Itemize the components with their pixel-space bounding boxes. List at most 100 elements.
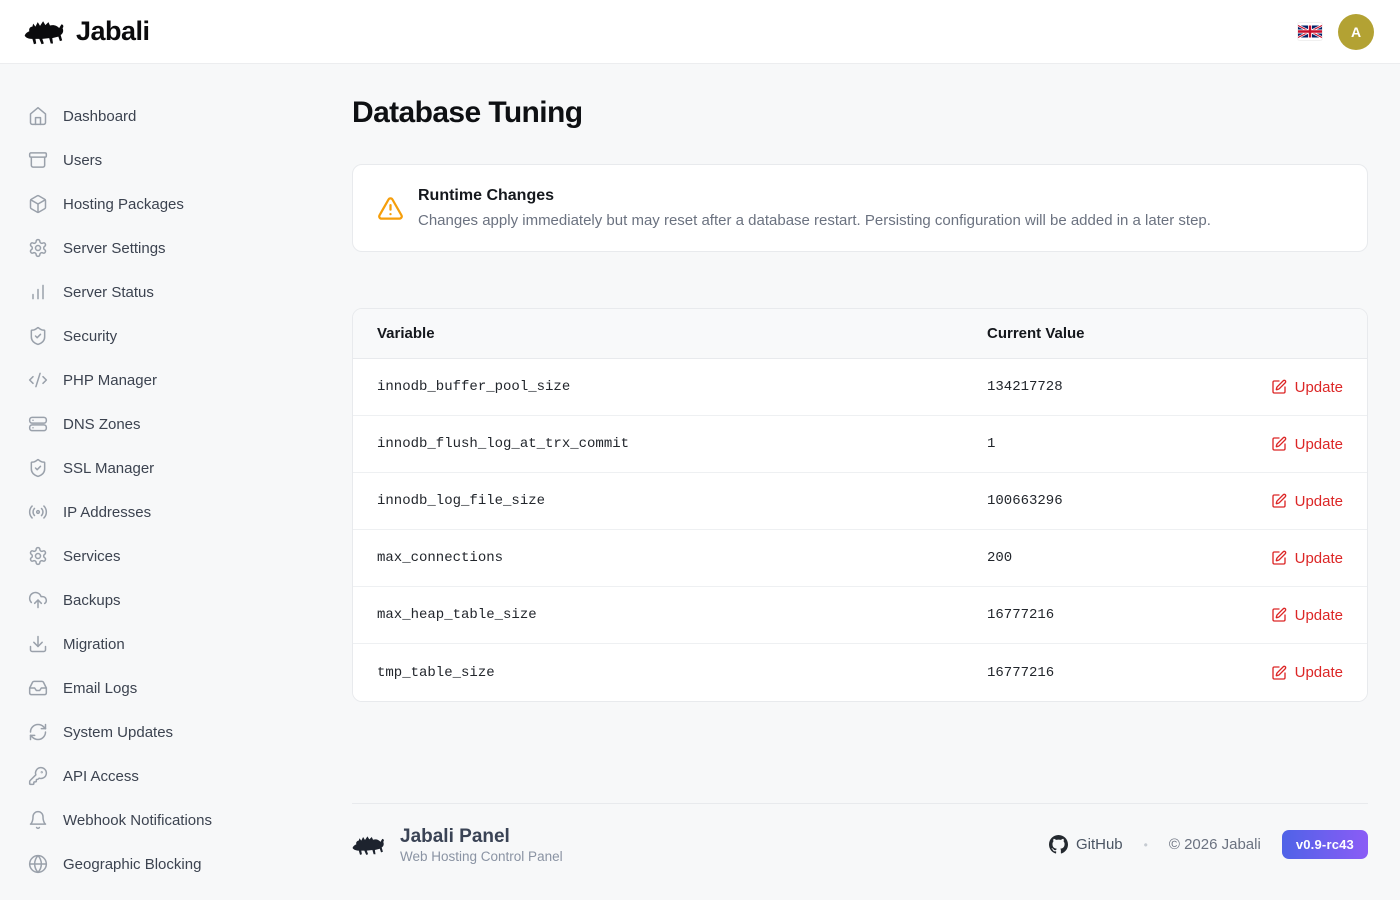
refresh-icon: [28, 722, 48, 742]
variable-value: 1: [987, 436, 1271, 452]
bell-icon: [28, 810, 48, 830]
github-icon: [1049, 835, 1068, 854]
sidebar-item-ssl-manager[interactable]: SSL Manager: [0, 446, 320, 490]
dot-separator: •: [1144, 838, 1148, 852]
update-button[interactable]: Update: [1271, 664, 1343, 681]
bar-chart-icon: [28, 282, 48, 302]
boar-logo-icon: [352, 832, 386, 858]
sidebar-item-label: SSL Manager: [63, 460, 154, 477]
sidebar-item-label: Email Logs: [63, 680, 137, 697]
brand-link[interactable]: Jabali: [24, 16, 150, 48]
user-avatar[interactable]: A: [1338, 14, 1374, 50]
edit-pencil-icon: [1271, 436, 1287, 452]
broadcast-icon: [28, 502, 48, 522]
boar-logo-icon: [24, 16, 66, 48]
version-badge: v0.9-rc43: [1282, 830, 1368, 859]
notice-text: Runtime Changes Changes apply immediatel…: [418, 187, 1211, 229]
globe-icon: [28, 854, 48, 874]
sidebar-item-dns-zones[interactable]: DNS Zones: [0, 402, 320, 446]
key-icon: [28, 766, 48, 786]
sidebar-item-label: Server Settings: [63, 240, 166, 257]
sidebar-item-label: Backups: [63, 592, 121, 609]
sidebar-item-api-access[interactable]: API Access: [0, 754, 320, 798]
edit-pencil-icon: [1271, 550, 1287, 566]
sidebar-item-server-settings[interactable]: Server Settings: [0, 226, 320, 270]
sidebar-item-label: Users: [63, 152, 102, 169]
edit-pencil-icon: [1271, 665, 1287, 681]
sidebar-item-users[interactable]: Users: [0, 138, 320, 182]
sidebar-item-php-manager[interactable]: PHP Manager: [0, 358, 320, 402]
sidebar-item-services[interactable]: Services: [0, 534, 320, 578]
shield-check-icon: [28, 326, 48, 346]
update-button[interactable]: Update: [1271, 436, 1343, 453]
sidebar-item-label: IP Addresses: [63, 504, 151, 521]
variable-value: 134217728: [987, 379, 1271, 395]
table-row: innodb_log_file_size 100663296 Update: [353, 473, 1367, 530]
update-label: Update: [1295, 436, 1343, 453]
sidebar-item-hosting-packages[interactable]: Hosting Packages: [0, 182, 320, 226]
sidebar-item-label: Dashboard: [63, 108, 136, 125]
variable-name: tmp_table_size: [377, 665, 987, 681]
shield-check-icon: [28, 458, 48, 478]
footer-links: GitHub • © 2026 Jabali v0.9-rc43: [1049, 830, 1368, 859]
sidebar-item-label: Server Status: [63, 284, 154, 301]
code-icon: [28, 370, 48, 390]
copyright-text: © 2026 Jabali: [1169, 836, 1261, 853]
update-label: Update: [1295, 379, 1343, 396]
sidebar-item-system-updates[interactable]: System Updates: [0, 710, 320, 754]
sidebar-item-server-status[interactable]: Server Status: [0, 270, 320, 314]
update-button[interactable]: Update: [1271, 493, 1343, 510]
gear-icon: [28, 238, 48, 258]
brand-name: Jabali: [76, 16, 150, 47]
table-row: max_connections 200 Update: [353, 530, 1367, 587]
sidebar-item-ip-addresses[interactable]: IP Addresses: [0, 490, 320, 534]
sidebar-item-label: DNS Zones: [63, 416, 141, 433]
sidebar-item-geographic-blocking[interactable]: Geographic Blocking: [0, 842, 320, 886]
column-header-current-value: Current Value: [987, 325, 1343, 342]
update-button[interactable]: Update: [1271, 607, 1343, 624]
header-actions: A: [1298, 14, 1374, 50]
sidebar-nav: Dashboard Users Hosting Packages Server …: [0, 64, 320, 900]
variable-name: max_heap_table_size: [377, 607, 987, 623]
footer-brand-name: Jabali Panel: [400, 825, 563, 849]
footer-brand-block: Jabali Panel Web Hosting Control Panel: [352, 825, 563, 864]
runtime-changes-notice: Runtime Changes Changes apply immediatel…: [352, 164, 1368, 252]
sidebar-item-webhook-notifications[interactable]: Webhook Notifications: [0, 798, 320, 842]
sidebar-item-security[interactable]: Security: [0, 314, 320, 358]
update-button[interactable]: Update: [1271, 550, 1343, 567]
sidebar-item-migration[interactable]: Migration: [0, 622, 320, 666]
update-label: Update: [1295, 607, 1343, 624]
sidebar-item-label: Security: [63, 328, 117, 345]
sidebar-item-backups[interactable]: Backups: [0, 578, 320, 622]
github-link[interactable]: GitHub: [1049, 835, 1123, 854]
cloud-upload-icon: [28, 590, 48, 610]
sidebar-item-label: Hosting Packages: [63, 196, 184, 213]
warning-triangle-icon: [377, 195, 404, 222]
uk-flag-icon: [1298, 23, 1322, 40]
variable-value: 100663296: [987, 493, 1271, 509]
footer-tagline: Web Hosting Control Panel: [400, 849, 563, 864]
sidebar-item-label: Migration: [63, 636, 125, 653]
update-label: Update: [1295, 550, 1343, 567]
table-header-row: Variable Current Value: [353, 309, 1367, 359]
variable-name: innodb_flush_log_at_trx_commit: [377, 436, 987, 452]
gear-icon: [28, 546, 48, 566]
server-stack-icon: [28, 414, 48, 434]
update-button[interactable]: Update: [1271, 379, 1343, 396]
package-icon: [28, 194, 48, 214]
page-title: Database Tuning: [352, 96, 1368, 130]
sidebar-item-label: System Updates: [63, 724, 173, 741]
notice-body: Changes apply immediately but may reset …: [418, 212, 1211, 229]
page-footer: Jabali Panel Web Hosting Control Panel G…: [352, 803, 1368, 882]
sidebar-item-label: PHP Manager: [63, 372, 157, 389]
sidebar-item-label: Webhook Notifications: [63, 812, 212, 829]
column-header-variable: Variable: [377, 325, 987, 342]
language-flag-icon[interactable]: [1298, 23, 1322, 40]
sidebar-item-dashboard[interactable]: Dashboard: [0, 94, 320, 138]
sidebar-item-email-logs[interactable]: Email Logs: [0, 666, 320, 710]
edit-pencil-icon: [1271, 607, 1287, 623]
variable-value: 16777216: [987, 607, 1271, 623]
archive-icon: [28, 150, 48, 170]
variables-table: Variable Current Value innodb_buffer_poo…: [352, 308, 1368, 702]
inbox-icon: [28, 678, 48, 698]
